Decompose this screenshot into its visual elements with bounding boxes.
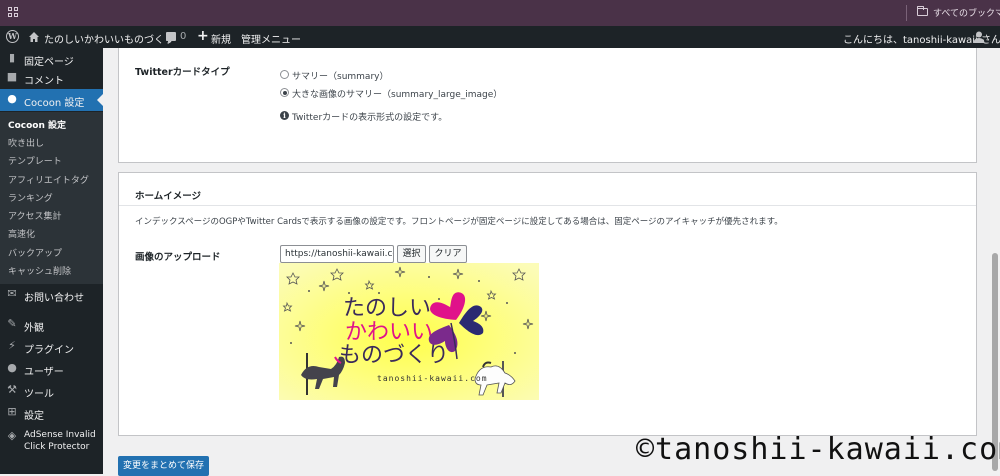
sidebar-item-label: ユーザー [24,367,64,378]
comment-icon: ■ [6,70,18,83]
bookmarks-separator [906,5,907,21]
clear-image-button[interactable]: クリア [429,245,467,263]
home-icon[interactable] [29,32,39,42]
sidebar-item-label: Cocoon 設定 [24,98,85,109]
user-avatar-icon[interactable] [973,31,985,43]
hero-artwork: たのしい かわいい ものづくり tanoshii-kawaii.com [279,263,539,400]
twitter-card-type-label: Twitterカードタイプ [135,67,230,78]
admin-menu-link[interactable]: 管理メニュー [241,31,301,46]
cocoon-icon: ● [7,92,17,105]
hero-site-text: tanoshii-kawaii.com [377,374,488,383]
submenu-item-cocoon-settings[interactable]: Cocoon 設定 [8,118,66,131]
new-plus-icon[interactable]: + [197,29,209,43]
sidebar-item-label: コメント [24,76,64,87]
sidebar-item-cocoon-settings[interactable]: ● Cocoon 設定 [0,89,103,111]
home-image-heading: ホームイメージ [135,191,202,202]
user-icon: ● [7,361,17,374]
submenu-item-balloons[interactable]: 吹き出し [8,136,44,149]
twitter-card-note: Twitterカードの表示形式の設定です。 [292,113,448,123]
admin-bar: W たのしいかわいいものづくり 0 + 新規 管理メニュー こんにちは、tano… [0,26,1000,48]
save-all-button[interactable]: 変更をまとめて保存 [118,456,209,476]
sidebar-item-label: お問い合わせ [24,293,84,304]
info-icon: i [280,111,289,120]
radio-summary-large-image-label[interactable]: 大きな画像のサマリー（summary_large_image） [292,87,502,100]
folder-icon[interactable] [917,6,928,16]
settings-icon: ⊞ [7,405,17,418]
plugin-icon: ⚡ [8,339,16,352]
sidebar-item-label: ツール [24,389,54,400]
sidebar-item-label: 設定 [24,411,44,422]
sidebar-item-label: AdSense Invalid [24,430,96,440]
shield-icon: ◈ [7,429,17,442]
hero-text-line2: かわいい [345,320,433,345]
sidebar-item-contact[interactable]: ✉ お問い合わせ [0,284,103,306]
apps-grid-icon[interactable] [8,7,18,17]
radio-summary-label[interactable]: サマリー（summary） [292,69,388,82]
wrench-icon: ⚒ [7,383,17,396]
home-image-panel: ホームイメージ インデックスページのOGPやTwitter Cardsで表示する… [118,172,977,436]
submenu-item-cache-delete[interactable]: キャッシュ削除 [8,264,71,277]
sidebar-item-settings[interactable]: ⊞ 設定 [0,402,103,424]
mail-icon: ✉ [7,287,17,300]
new-content-link[interactable]: 新規 [211,31,231,46]
brush-icon: ✎ [7,317,17,330]
sidebar-item-label: プラグイン [24,345,74,356]
image-upload-label: 画像のアップロード [135,252,221,263]
copyright-watermark: ©tanoshii-kawaii.com [636,432,1000,467]
page-scrollbar[interactable] [990,48,1000,474]
page-icon: ▮ [8,51,16,64]
bookmarks-bar: すべてのブックマーク [0,0,1000,26]
submenu-item-speedup[interactable]: 高速化 [8,227,35,240]
home-image-description: インデックスページのOGPやTwitter Cardsで表示する画像の設定です。… [135,217,783,227]
submenu-item-affiliate-tags[interactable]: アフィリエイトタグ [8,173,89,186]
sidebar-item-label: 外観 [24,323,44,334]
radio-summary[interactable] [280,70,289,79]
submenu-item-backup[interactable]: バックアップ [8,246,62,259]
sidebar-item-adsense-protector[interactable]: ◈ AdSense Invalid Click Protector [0,426,103,456]
sidebar-item-label: 固定ページ [24,57,74,68]
comments-icon[interactable] [166,32,176,44]
sidebar-item-appearance[interactable]: ✎ 外観 [0,314,103,336]
site-name-link[interactable]: たのしいかわいいものづくり [44,31,174,46]
all-bookmarks-link[interactable]: すべてのブックマーク [933,6,1000,19]
comments-count[interactable]: 0 [180,31,186,42]
radio-summary-large-image[interactable] [280,88,289,97]
submenu-item-ranking[interactable]: ランキング [8,191,53,204]
cocoon-submenu: Cocoon 設定 吹き出し テンプレート アフィリエイトタグ ランキング アク… [0,112,103,284]
hero-text-line1: たのしい [343,296,431,321]
sidebar-item-tools[interactable]: ⚒ ツール [0,380,103,402]
submenu-item-access-stats[interactable]: アクセス集計 [8,209,62,222]
home-image-preview: たのしい かわいい ものづくり tanoshii-kawaii.com [279,263,539,400]
sidebar-item-comments[interactable]: ■ コメント [0,67,103,89]
select-image-button[interactable]: 選択 [397,245,426,263]
sidebar-item-plugins[interactable]: ⚡ プラグイン [0,336,103,358]
hero-text-line3: ものづくり [339,343,449,368]
wordpress-logo-icon[interactable]: W [6,30,19,43]
sidebar-item-users[interactable]: ● ユーザー [0,358,103,380]
sidebar-item-label-line2: Click Protector [24,442,90,452]
image-url-input[interactable]: https://tanoshii-kawaii.com [280,245,394,263]
submenu-item-templates[interactable]: テンプレート [8,154,62,167]
twitter-card-panel: Twitterカードタイプ サマリー（summary） 大きな画像のサマリー（s… [118,48,977,163]
section-divider [119,205,976,206]
admin-sidebar: ▮ 固定ページ ■ コメント ● Cocoon 設定 Cocoon 設定 吹き出… [0,48,103,474]
